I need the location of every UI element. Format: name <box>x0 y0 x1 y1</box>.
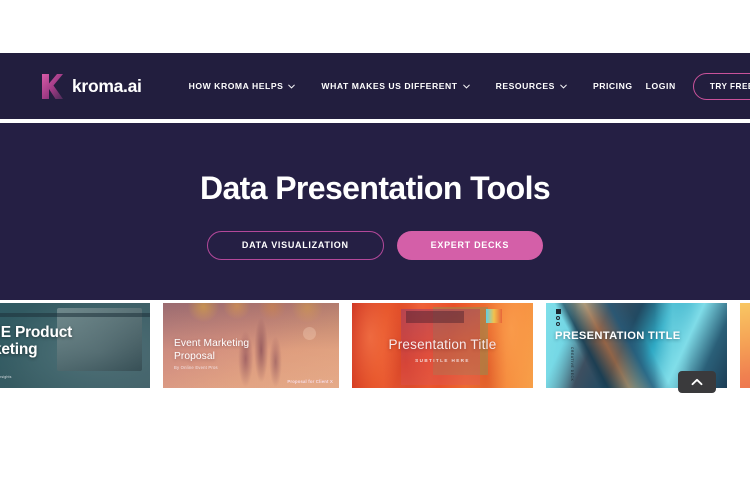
card-artwork-bokeh <box>303 326 317 340</box>
expert-decks-button[interactable]: EXPERT DECKS <box>396 231 544 260</box>
main-navigation: HOW KROMA HELPS WHAT MAKES US DIFFERENT … <box>176 75 646 97</box>
hero-action-buttons: DATA VISUALIZATION EXPERT DECKS <box>206 231 544 260</box>
site-header: kroma.ai HOW KROMA HELPS WHAT MAKES US D… <box>0 53 750 119</box>
chevron-down-icon <box>288 84 296 89</box>
data-visualization-button[interactable]: DATA VISUALIZATION <box>206 231 384 260</box>
card-title: ACME Product Marketing <box>0 324 73 359</box>
nav-item-label: PRICING <box>592 81 633 91</box>
card-byline: By Online Event Pros <box>174 365 218 370</box>
nav-item-resources[interactable]: RESOURCES <box>483 75 580 97</box>
brand-logo-link[interactable]: kroma.ai <box>40 73 142 99</box>
nav-item-how-kroma-helps[interactable]: HOW KROMA HELPS <box>176 75 309 97</box>
card-title: Event Marketing Proposal <box>174 338 250 363</box>
card-artwork-panel-dark <box>406 311 465 323</box>
template-card-presentation-title-red[interactable]: Presentation Title SUBTITLE HERE <box>352 303 533 388</box>
card-title: PRESENTATION TITLE <box>555 330 681 342</box>
login-link[interactable]: LOGIN <box>646 81 676 91</box>
nav-item-label: RESOURCES <box>495 81 555 91</box>
try-free-button[interactable]: TRY FREE <box>692 72 750 100</box>
card-sidetext: CREATIVE DECK <box>570 347 574 382</box>
page-root: kroma.ai HOW KROMA HELPS WHAT MAKES US D… <box>0 0 750 500</box>
kroma-k-logo-icon <box>42 73 63 99</box>
nav-item-pricing[interactable]: PRICING <box>580 75 646 97</box>
page-title: Data Presentation Tools <box>199 170 551 206</box>
header-actions: LOGIN TRY FREE <box>646 72 750 100</box>
hero-section: Data Presentation Tools DATA VISUALIZATI… <box>0 123 750 300</box>
scroll-to-top-button[interactable] <box>678 371 716 393</box>
card-accent-bar <box>0 313 150 317</box>
card-title: Presentation Title <box>388 337 497 352</box>
card-artwork-color-strip <box>485 309 503 323</box>
chevron-up-icon <box>691 378 703 386</box>
template-card-event-marketing-proposal[interactable]: Event Marketing Proposal By Online Event… <box>163 303 339 388</box>
template-carousel[interactable]: ACME Product Marketing Demo Sales Intell… <box>0 303 750 388</box>
card-artwork <box>740 303 750 388</box>
template-card-orange-template[interactable] <box>740 303 750 388</box>
chevron-down-icon <box>560 84 567 89</box>
template-card-acme-product-marketing[interactable]: ACME Product Marketing Demo Sales Intell… <box>0 303 150 388</box>
chevron-down-icon <box>462 84 470 89</box>
card-footnote: Proposal for Client X <box>287 379 333 384</box>
card-artwork-marks <box>556 309 561 326</box>
card-subtitle-secondary: Sales Intelligence Insights <box>0 375 12 379</box>
nav-item-label: WHAT MAKES US DIFFERENT <box>321 81 458 91</box>
card-subtitle: SUBTITLE HERE <box>415 358 470 363</box>
brand-name: kroma.ai <box>72 75 142 96</box>
nav-item-label: HOW KROMA HELPS <box>188 81 284 91</box>
nav-item-what-makes-us-different[interactable]: WHAT MAKES US DIFFERENT <box>308 75 482 97</box>
